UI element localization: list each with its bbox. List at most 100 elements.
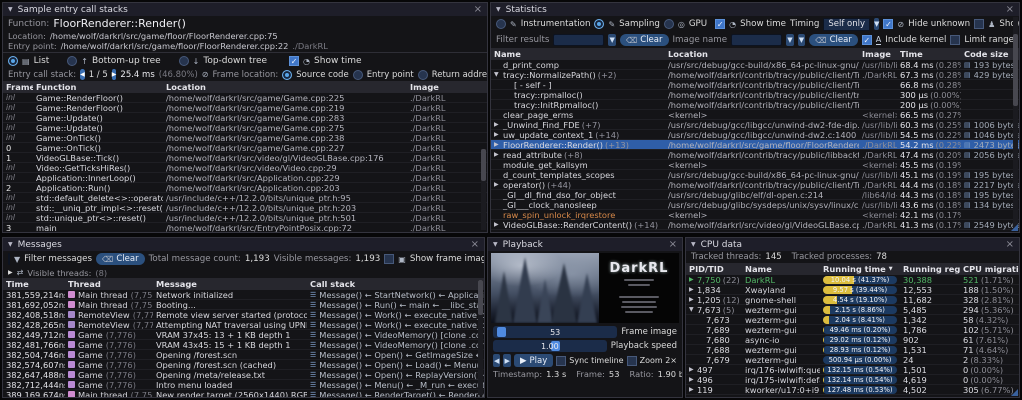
image-funnel-icon[interactable]: ▼ xyxy=(786,34,794,46)
table-row[interactable]: raw_spin_unlock_irqrestore<kernel><kerne… xyxy=(491,210,1019,220)
list-radio[interactable] xyxy=(8,56,18,66)
statistics-titlebar[interactable]: ▼ Statistics × xyxy=(491,3,1019,16)
zoom-2x-checkbox[interactable] xyxy=(627,356,637,366)
callstacks-scrollbar[interactable] xyxy=(481,149,486,230)
next-stack-button[interactable]: ▶ xyxy=(112,69,117,80)
callstack-table-header[interactable]: Frame Function Location Image xyxy=(3,81,487,93)
table-row[interactable]: ▶read_attribute(+8)/home/wolf/darkrl/con… xyxy=(491,150,1019,160)
close-icon[interactable]: × xyxy=(471,240,479,250)
close-icon[interactable]: × xyxy=(474,5,482,15)
hide-unknown-checkbox[interactable]: ✓ xyxy=(883,19,893,29)
expand-icon[interactable]: ▶ xyxy=(494,221,501,228)
table-row[interactable]: 2Application::Run()/home/wolf/darkrl/src… xyxy=(3,183,487,193)
hide-unknown-label[interactable]: Hide unknown xyxy=(908,19,970,29)
table-row[interactable]: ▶_Unwind_Find_FDE(+7)/usr/src/debug/gcc/… xyxy=(491,120,1019,130)
messages-titlebar[interactable]: ▼ Messages × xyxy=(3,238,484,251)
callstacks-titlebar[interactable]: ▼ Sample entry call stacks × xyxy=(3,3,487,16)
cpu-table-header[interactable]: PID/TID Name Running time▼ Running regio… xyxy=(686,263,1019,275)
table-row[interactable]: ▶497irq/176-iwlwifi:queue_1132.15 ms (0.… xyxy=(686,365,1019,375)
show-time-label[interactable]: Show time xyxy=(314,56,361,66)
expand-icon[interactable]: ▶ xyxy=(494,141,501,148)
close-icon[interactable]: × xyxy=(669,240,677,250)
sampling-label[interactable]: Sampling xyxy=(619,19,660,29)
table-row[interactable]: 382,449,712nsGame(7,776)VRAM 37x45: 13 +… xyxy=(3,330,484,340)
table-row[interactable]: d_count_templates_scopes/usr/src/debug/g… xyxy=(491,170,1019,180)
collapse-icon[interactable]: ▼ xyxy=(689,306,695,313)
table-row[interactable]: 382,712,444nsGame(7,776)Intro menu loade… xyxy=(3,380,484,390)
table-row[interactable]: clear_page_erms<kernel><kernel>66.5 ms(0… xyxy=(491,110,1019,120)
table-row[interactable]: 1VideoGLBase::Tick()/home/wolf/darkrl/sr… xyxy=(3,153,487,163)
close-icon[interactable]: × xyxy=(1006,5,1014,15)
filter-messages-label[interactable]: Filter messages xyxy=(24,254,92,264)
table-row[interactable]: 381,692,052nsMain thread(7,750)Booting..… xyxy=(3,300,484,310)
bottom-up-tree-label[interactable]: Bottom-up tree xyxy=(92,56,161,66)
play-button[interactable]: ▶ Play xyxy=(514,354,553,367)
table-row[interactable]: ▶VideoGLBase::RenderContent()(+14)/home/… xyxy=(491,220,1019,230)
show-time-checkbox[interactable]: ✓ xyxy=(715,19,725,29)
step-forward-button[interactable]: ▶ xyxy=(503,354,510,367)
collapse-icon[interactable]: ▼ xyxy=(494,71,501,78)
instrumentation-radio[interactable] xyxy=(496,19,506,29)
sync-timeline-checkbox[interactable] xyxy=(556,356,566,366)
call-stack-cell[interactable]: ☰Message() ← RenderTarget() ← Render() ←… xyxy=(307,390,484,398)
timing-dropdown-icon[interactable]: ▼ xyxy=(874,18,879,30)
sampling-radio[interactable] xyxy=(594,19,604,29)
table-row[interactable]: ▶119kworker/u17:0+i915_flip127.48 ms (0.… xyxy=(686,385,1019,395)
messages-clear-button[interactable]: ⌫ Clear xyxy=(96,253,145,265)
table-row[interactable]: ▶1,205(12)gnome-shell4.54 s (19.10%)11,6… xyxy=(686,295,1019,305)
call-stack-cell[interactable]: ☰Message() ← Menu() ← _M_run ← execute_n… xyxy=(307,380,484,390)
source-code-label[interactable]: Source code xyxy=(296,70,348,80)
table-row[interactable]: d_print_comp/usr/src/debug/gcc-build/x86… xyxy=(491,60,1019,70)
show-frame-images-label[interactable]: Show frame images xyxy=(410,254,485,264)
step-back-button[interactable]: ◀ xyxy=(493,354,500,367)
close-icon[interactable]: × xyxy=(1006,240,1014,250)
table-row[interactable]: ▶operator()(+44)/home/wolf/darkrl/contri… xyxy=(491,180,1019,190)
expand-icon[interactable]: ▶ xyxy=(689,296,695,303)
call-stack-cell[interactable]: ☰Message() ← Work() ← execute_native_thr… xyxy=(307,320,484,330)
return-address-label[interactable]: Return address xyxy=(432,70,488,80)
call-stack-cell[interactable]: ☰Message() ← VideoMemory() [clone .const… xyxy=(307,340,484,350)
messages-table-header[interactable]: Time Thread Message Call stack xyxy=(3,278,484,290)
table-row[interactable]: [ - self - ]/home/wolf/darkrl/contrib/tr… xyxy=(491,80,1019,90)
show-time-label[interactable]: Show time xyxy=(740,19,786,29)
call-stack-cell[interactable]: ☰Message() ← Run() ← main ← __libc_start… xyxy=(307,300,484,310)
table-row[interactable]: inlstd::default_delete<>::operator()()/u… xyxy=(3,193,487,203)
table-row[interactable]: tracy::rpmalloc()/home/wolf/darkrl/contr… xyxy=(491,90,1019,100)
expand-icon[interactable]: ▶ xyxy=(494,151,501,158)
expand-icon[interactable]: ▶ xyxy=(689,386,695,393)
resize-grip[interactable] xyxy=(1011,389,1018,396)
table-row[interactable]: inlGame::OnTick()/home/wolf/darkrl/src/g… xyxy=(3,133,487,143)
table-row[interactable]: 382,408,518nsRemoteView(7,775)Remote vie… xyxy=(3,310,484,320)
include-kernel-checkbox[interactable]: ✓ xyxy=(862,35,872,45)
table-row[interactable]: 7,680async-io29.02 ms (0.12%)90261(7.61%… xyxy=(686,335,1019,345)
table-row[interactable]: 7,689wezterm-gui49.46 ms (0.20%)1,786102… xyxy=(686,325,1019,335)
collapse-icon[interactable]: ▼ xyxy=(8,6,13,13)
expand-icon[interactable]: ▶ xyxy=(689,376,695,383)
collapse-icon[interactable]: ▼ xyxy=(691,241,696,248)
table-row[interactable]: tracy::InitRpmalloc()/home/wolf/darkrl/c… xyxy=(491,100,1019,110)
call-stack-cell[interactable]: ☰Message() ← Open() ← GetImageSize ← Loa… xyxy=(307,350,484,360)
table-row[interactable]: ▼7,673(5)wezterm-gui2.15 s (8.86%)5,4852… xyxy=(686,305,1019,315)
frame-image-slider[interactable]: 53 xyxy=(493,326,617,338)
table-row[interactable]: inlGame::RenderFloor()/home/wolf/darkrl/… xyxy=(3,93,487,103)
statistics-table-header[interactable]: Name Location Image Time Code size xyxy=(491,48,1019,60)
show-all-checkbox[interactable] xyxy=(974,19,984,29)
filter-funnel-icon[interactable]: ▼ xyxy=(608,34,616,46)
table-row[interactable]: ▶496irq/175-iwlwifi:default_qu132.14 ms … xyxy=(686,375,1019,385)
table-row[interactable]: inlstd::__uniq_ptr_impl<>::reset()/usr/i… xyxy=(3,203,487,213)
table-row[interactable]: 0Game::OnTick()/home/wolf/darkrl/src/gam… xyxy=(3,143,487,153)
playback-titlebar[interactable]: ▼ Playback × xyxy=(488,238,682,251)
filter-clear-button[interactable]: ⌫ Clear xyxy=(620,34,669,46)
cpu-titlebar[interactable]: ▼ CPU data × xyxy=(686,238,1019,251)
table-row[interactable]: 382,481,766nsGame(7,776)VRAM 43x45: 15 +… xyxy=(3,340,484,350)
table-row[interactable]: ▶FloorRenderer::Render()(+13)/home/wolf/… xyxy=(491,140,1019,150)
table-row[interactable]: inlGame::RenderFloor()/home/wolf/darkrl/… xyxy=(3,103,487,113)
list-label[interactable]: List xyxy=(34,56,50,66)
return-address-radio[interactable] xyxy=(418,70,428,80)
zoom-2x-label[interactable]: Zoom 2× xyxy=(640,356,677,365)
table-row[interactable]: 381,559,214nsMain thread(7,750)Network i… xyxy=(3,290,484,300)
prev-stack-button[interactable]: ◀ xyxy=(80,69,85,80)
table-row[interactable]: _GI__dl_find_dso_for_object/usr/src/debu… xyxy=(491,190,1019,200)
messages-scrollbar[interactable] xyxy=(478,280,483,395)
table-row[interactable]: inlApplication::InnerLoop()/home/wolf/da… xyxy=(3,173,487,183)
